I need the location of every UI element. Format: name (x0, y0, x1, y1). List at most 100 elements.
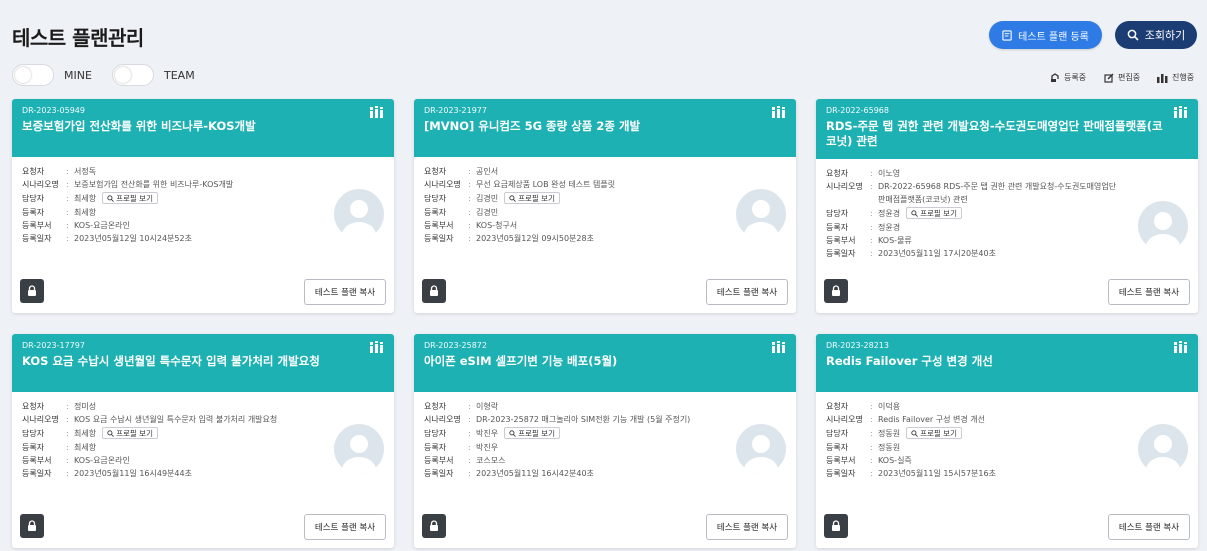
test-plan-card[interactable]: DR-2023-28213 Redis Failover 구성 변경 개선 요청… (816, 334, 1198, 548)
view-profile-button[interactable]: 프로필 보기 (102, 192, 158, 204)
card-title[interactable]: 아이폰 eSIM 셀프기변 기능 배포(5월) (424, 354, 786, 369)
copy-test-plan-label: 테스트 플랜 복사 (716, 523, 778, 533)
registrant-row: 등록자: 최세항 (22, 206, 384, 219)
scenario-value: 무선 요금제상품 LOB 완성 테스트 템플릿 (476, 180, 616, 189)
card-code: DR-2023-21977 (424, 106, 487, 115)
dept-label: 등록부서 (826, 236, 856, 245)
date-row: 등록일자: 2023년05월11일 16시49분44초 (22, 467, 384, 480)
lock-icon (430, 520, 438, 531)
requester-row: 요청자: 공인서 (424, 165, 786, 178)
requester-value: 공인서 (476, 167, 499, 176)
search-button[interactable]: 조회하기 (1115, 21, 1197, 49)
card-code: DR-2023-17797 (22, 341, 85, 350)
search-label: 조회하기 (1144, 29, 1186, 42)
date-row: 등록일자: 2023년05월11일 15시57분16초 (826, 467, 1188, 480)
card-title[interactable]: KOS 요금 수납시 생년월일 특수문자 입력 불가처리 개발요청 (22, 354, 384, 369)
test-plan-card[interactable]: DR-2023-21977 [MVNO] 유니컴즈 5G 종량 상품 2종 개발… (414, 99, 796, 313)
test-plan-card[interactable]: DR-2023-05949 보증보험가입 전산화를 위한 비즈나루-KOS개발 … (12, 99, 394, 313)
registered-icon (1051, 72, 1059, 82)
date-value: 2023년05월11일 15시57분16초 (878, 469, 996, 478)
lock-button[interactable] (824, 514, 848, 538)
register-test-plan-button[interactable]: 테스트 플랜 등록 (989, 21, 1102, 49)
card-header: DR-2023-21977 [MVNO] 유니컴즈 5G 종량 상품 2종 개발 (414, 99, 796, 157)
page-title: 테스트 플랜관리 (12, 26, 144, 50)
dept-label: 등록부서 (22, 456, 52, 465)
progress-bars-icon (1157, 73, 1168, 83)
search-icon (107, 429, 114, 437)
card-code: DR-2023-25872 (424, 341, 487, 350)
requester-row: 요청자: 이형락 (424, 400, 786, 413)
date-label: 등록일자 (22, 469, 52, 478)
test-plan-card[interactable]: DR-2023-25872 아이폰 eSIM 셀프기변 기능 배포(5월) 요청… (414, 334, 796, 548)
date-value: 2023년05월11일 17시20분40초 (878, 249, 996, 258)
in-progress-status-icon (370, 341, 383, 353)
registrant-label: 등록자 (424, 443, 447, 452)
dept-row: 등록부서: 코스모스 (424, 454, 786, 467)
registrant-label: 등록자 (826, 223, 849, 232)
requester-row: 요청자: 서정독 (22, 165, 384, 178)
scenario-label: 시나리오명 (424, 180, 461, 189)
registrant-row: 등록자: 최세항 (22, 441, 384, 454)
copy-test-plan-button[interactable]: 테스트 플랜 복사 (1108, 514, 1190, 540)
requester-value: 이덕용 (878, 402, 901, 411)
view-profile-button[interactable]: 프로필 보기 (906, 427, 962, 439)
lock-button[interactable] (422, 279, 446, 303)
registrant-label: 등록자 (22, 443, 45, 452)
view-profile-label: 프로필 보기 (920, 208, 957, 218)
card-body: 요청자: 서정독 시나리오명: 보증보험가입 전산화를 위한 비즈나루-KOS개… (12, 157, 394, 267)
avatar (736, 189, 786, 239)
scenario-label: 시나리오명 (826, 415, 863, 424)
copy-test-plan-button[interactable]: 테스트 플랜 복사 (304, 279, 386, 305)
copy-test-plan-label: 테스트 플랜 복사 (314, 288, 376, 298)
view-profile-button[interactable]: 프로필 보기 (504, 192, 560, 204)
search-icon (509, 429, 516, 437)
lock-button[interactable] (824, 279, 848, 303)
view-profile-button[interactable]: 프로필 보기 (906, 207, 962, 219)
copy-test-plan-button[interactable]: 테스트 플랜 복사 (706, 279, 788, 305)
manager-row: 담당자: 최세항 프로필 보기 (22, 192, 384, 205)
requester-label: 요청자 (424, 167, 447, 176)
view-profile-button[interactable]: 프로필 보기 (102, 427, 158, 439)
scenario-row: 시나리오명: KOS 요금 수납시 생년월일 특수문자 입력 불가처리 개발요청 (22, 413, 384, 426)
copy-test-plan-button[interactable]: 테스트 플랜 복사 (1108, 279, 1190, 305)
dept-label: 등록부서 (22, 221, 52, 230)
mine-toggle[interactable] (12, 64, 54, 86)
lock-button[interactable] (20, 514, 44, 538)
avatar (736, 424, 786, 474)
avatar (1138, 201, 1188, 251)
manager-row: 담당자: 정동원 프로필 보기 (826, 427, 1188, 440)
card-body: 요청자: 이노영 시나리오명: DR-2022-65968 RDS-주문 탭 권… (816, 159, 1198, 269)
card-title[interactable]: 보증보험가입 전산화를 위한 비즈나루-KOS개발 (22, 119, 384, 134)
manager-value: 박진우 (476, 429, 499, 438)
lock-button[interactable] (422, 514, 446, 538)
scenario-label: 시나리오명 (424, 415, 461, 424)
copy-test-plan-label: 테스트 플랜 복사 (1118, 523, 1180, 533)
scenario-value: KOS 요금 수납시 생년월일 특수문자 입력 불가처리 개발요청 (74, 415, 278, 424)
date-label: 등록일자 (424, 234, 454, 243)
test-plan-card[interactable]: DR-2022-65968 RDS-주문 탭 권한 관련 개발요청-수도권도매영… (816, 99, 1198, 313)
date-row: 등록일자: 2023년05월12일 10시24분52초 (22, 232, 384, 245)
card-header: DR-2022-65968 RDS-주문 탭 권한 관련 개발요청-수도권도매영… (816, 99, 1198, 159)
requester-row: 요청자: 이덕용 (826, 400, 1188, 413)
card-title[interactable]: Redis Failover 구성 변경 개선 (826, 354, 1188, 369)
dept-row: 등록부서: KOS-요금온라인 (22, 454, 384, 467)
view-profile-button[interactable]: 프로필 보기 (504, 427, 560, 439)
card-title[interactable]: RDS-주문 탭 권한 관련 개발요청-수도권도매영업단 판매점플랫폼(코코넛)… (826, 119, 1188, 149)
legend-in-progress: 진행중 (1157, 72, 1194, 83)
lock-button[interactable] (20, 279, 44, 303)
card-header: DR-2023-25872 아이폰 eSIM 셀프기변 기능 배포(5월) (414, 334, 796, 392)
scenario-row: 시나리오명: 무선 요금제상품 LOB 완성 테스트 템플릿 (424, 178, 786, 191)
manager-label: 담당자 (424, 429, 447, 438)
requester-label: 요청자 (424, 402, 447, 411)
registrant-row: 등록자: 정윤경 (826, 221, 1188, 234)
lock-icon (832, 285, 840, 296)
requester-value: 이노영 (878, 169, 901, 178)
card-title[interactable]: [MVNO] 유니컴즈 5G 종량 상품 2종 개발 (424, 119, 786, 134)
manager-label: 담당자 (826, 209, 849, 218)
team-toggle[interactable] (112, 64, 154, 86)
search-icon (107, 194, 114, 202)
copy-test-plan-button[interactable]: 테스트 플랜 복사 (706, 514, 788, 540)
copy-test-plan-button[interactable]: 테스트 플랜 복사 (304, 514, 386, 540)
requester-label: 요청자 (826, 169, 849, 178)
test-plan-card[interactable]: DR-2023-17797 KOS 요금 수납시 생년월일 특수문자 입력 불가… (12, 334, 394, 548)
